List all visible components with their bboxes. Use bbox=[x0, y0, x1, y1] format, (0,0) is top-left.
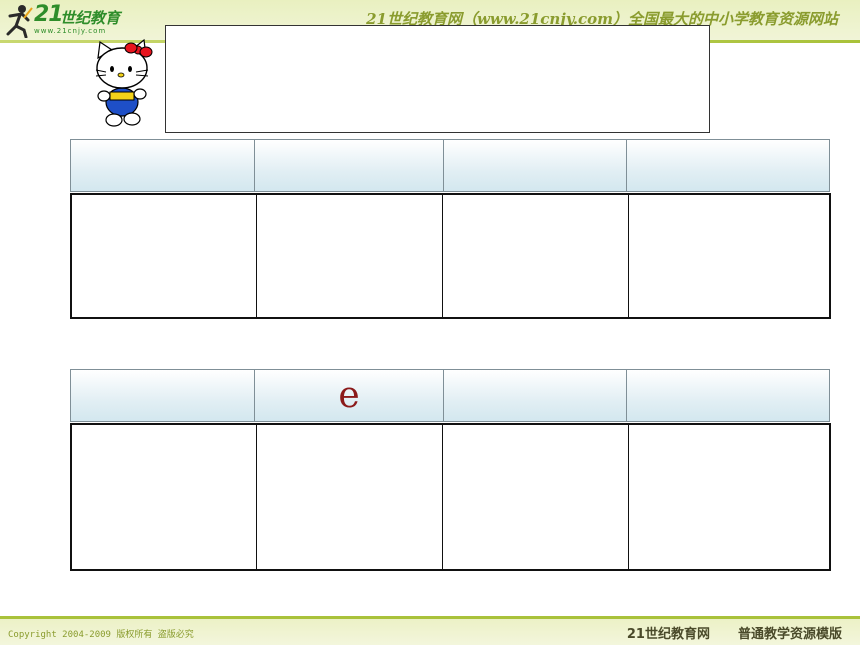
table-2-header-3 bbox=[443, 369, 627, 422]
title-box bbox=[165, 25, 710, 133]
footer-brand-name: 21世纪教育网 bbox=[626, 627, 710, 642]
table-2-header-4 bbox=[626, 369, 830, 422]
table-1-divider bbox=[628, 193, 629, 319]
table-1-header-2 bbox=[254, 139, 444, 192]
site-logo[interactable]: 21 世纪教育 www.21cnjy.com bbox=[4, 2, 144, 38]
table-2-body bbox=[70, 423, 831, 571]
table-2-divider bbox=[256, 423, 257, 571]
table-2-divider bbox=[628, 423, 629, 571]
copyright-text: Copyright 2004-2009 版权所有 盗版必究 bbox=[8, 630, 194, 640]
table-2-header-2: e bbox=[254, 369, 444, 422]
table-1-header-3 bbox=[443, 139, 627, 192]
table-2-divider bbox=[442, 423, 443, 571]
runner-icon bbox=[6, 5, 33, 38]
footer-banner: Copyright 2004-2009 版权所有 盗版必究 21世纪教育网 普通教… bbox=[0, 616, 860, 645]
footer-brand: 21世纪教育网 普通教学资源模版 bbox=[627, 623, 842, 642]
logo-number: 21 bbox=[34, 2, 64, 27]
table-1-divider bbox=[442, 193, 443, 319]
table-1-body bbox=[70, 193, 831, 319]
table-1-divider bbox=[256, 193, 257, 319]
logo-text: 世纪教育 bbox=[60, 9, 121, 27]
cat-mascot-icon bbox=[95, 38, 153, 127]
logo-url: www.21cnjy.com bbox=[34, 27, 107, 35]
table-1-header-1 bbox=[70, 139, 255, 192]
footer-template-name: 普通教学资源模版 bbox=[737, 627, 842, 642]
table-2-header-1 bbox=[70, 369, 255, 422]
table-1-header-4 bbox=[626, 139, 830, 192]
